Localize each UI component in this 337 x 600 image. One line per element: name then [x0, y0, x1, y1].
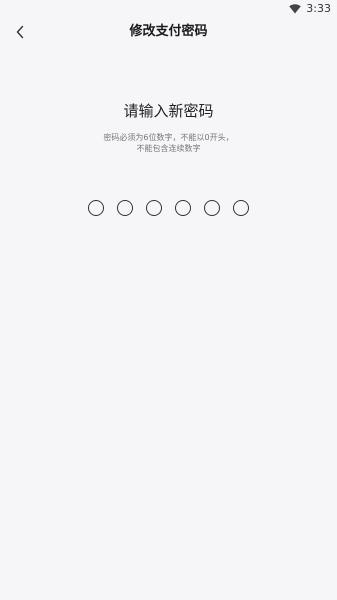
prompt-title: 请输入新密码 — [123, 102, 214, 120]
nav-bar: 修改支付密码 — [0, 18, 337, 46]
pin-dot — [233, 200, 249, 216]
wifi-icon — [289, 3, 302, 14]
password-rules-hint: 密码必须为6位数字，不能以0开头， 不能包含连续数字 — [0, 132, 337, 154]
pin-dot — [88, 200, 104, 216]
pin-dot — [204, 200, 220, 216]
hint-line-1: 密码必须为6位数字，不能以0开头， — [103, 133, 234, 142]
pin-dot — [117, 200, 133, 216]
status-right: 3:33 — [289, 2, 331, 15]
screen: 3:33 修改支付密码 请输入新密码 密码必须为6位数字，不能以0开头， 不能包… — [0, 0, 337, 600]
pin-dot — [175, 200, 191, 216]
page-title: 修改支付密码 — [129, 24, 208, 39]
hint-line-2: 不能包含连续数字 — [136, 144, 201, 153]
status-time: 3:33 — [306, 2, 331, 15]
pin-input[interactable] — [0, 200, 337, 216]
pin-dot — [146, 200, 162, 216]
status-bar: 3:33 — [0, 0, 337, 18]
